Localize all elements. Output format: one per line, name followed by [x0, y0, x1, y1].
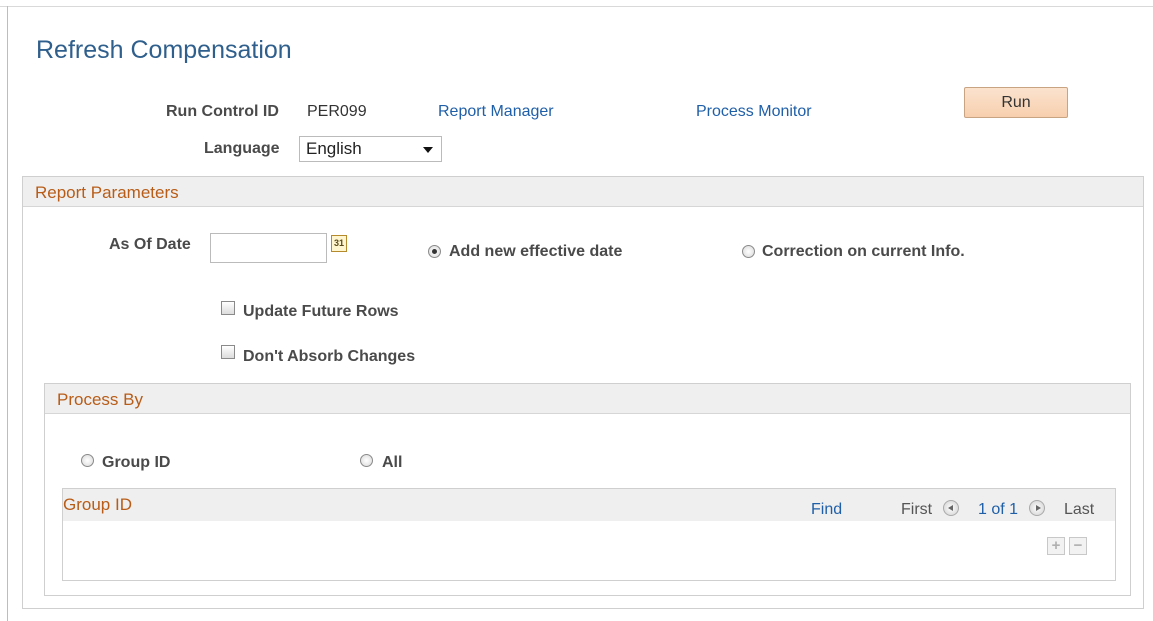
as-of-date-label: As Of Date [109, 236, 191, 253]
correction-current-info-label: Correction on current Info. [762, 243, 965, 260]
run-control-id-label: Run Control ID [166, 103, 279, 120]
calendar-icon[interactable]: 31 [331, 235, 347, 252]
minus-icon[interactable]: − [1069, 537, 1087, 555]
correction-current-info-radio[interactable] [742, 245, 755, 258]
group-id-grid: Group ID Find First 1 of 1 Last + − [62, 488, 1116, 581]
report-manager-link[interactable]: Report Manager [438, 103, 554, 121]
all-radio-label: All [382, 454, 403, 471]
language-select[interactable]: English [299, 136, 442, 162]
process-monitor-link[interactable]: Process Monitor [696, 103, 812, 121]
language-select-value: English [306, 139, 362, 158]
grid-range-link[interactable]: 1 of 1 [978, 501, 1018, 519]
update-future-rows-checkbox[interactable] [221, 301, 235, 315]
arrow-left-icon[interactable] [943, 500, 959, 516]
grid-last-label: Last [1064, 501, 1095, 518]
frame-left-border [7, 6, 8, 621]
dont-absorb-changes-checkbox[interactable] [221, 345, 235, 359]
as-of-date-input[interactable] [210, 233, 327, 263]
group-id-radio[interactable] [81, 454, 94, 467]
language-label: Language [204, 140, 280, 157]
page-title: Refresh Compensation [36, 36, 292, 64]
arrow-right-icon[interactable] [1029, 500, 1045, 516]
run-control-id-value: PER099 [307, 103, 367, 120]
grid-first-label: First [901, 501, 933, 518]
group-id-grid-title: Group ID [63, 495, 132, 514]
add-new-effective-date-radio[interactable] [428, 245, 441, 258]
frame-top-border [0, 6, 1153, 7]
plus-icon[interactable]: + [1047, 537, 1065, 555]
grid-find-link[interactable]: Find [811, 501, 842, 519]
chevron-down-icon [423, 147, 433, 153]
add-new-effective-date-label: Add new effective date [449, 243, 623, 260]
run-button[interactable]: Run [964, 87, 1068, 118]
report-parameters-header: Report Parameters [23, 177, 1143, 207]
dont-absorb-changes-label: Don't Absorb Changes [243, 348, 416, 365]
process-by-header: Process By [45, 384, 1130, 414]
group-id-grid-header: Group ID Find First 1 of 1 Last [63, 489, 1115, 521]
update-future-rows-label: Update Future Rows [243, 303, 399, 320]
group-id-radio-label: Group ID [102, 454, 171, 471]
all-radio[interactable] [360, 454, 373, 467]
